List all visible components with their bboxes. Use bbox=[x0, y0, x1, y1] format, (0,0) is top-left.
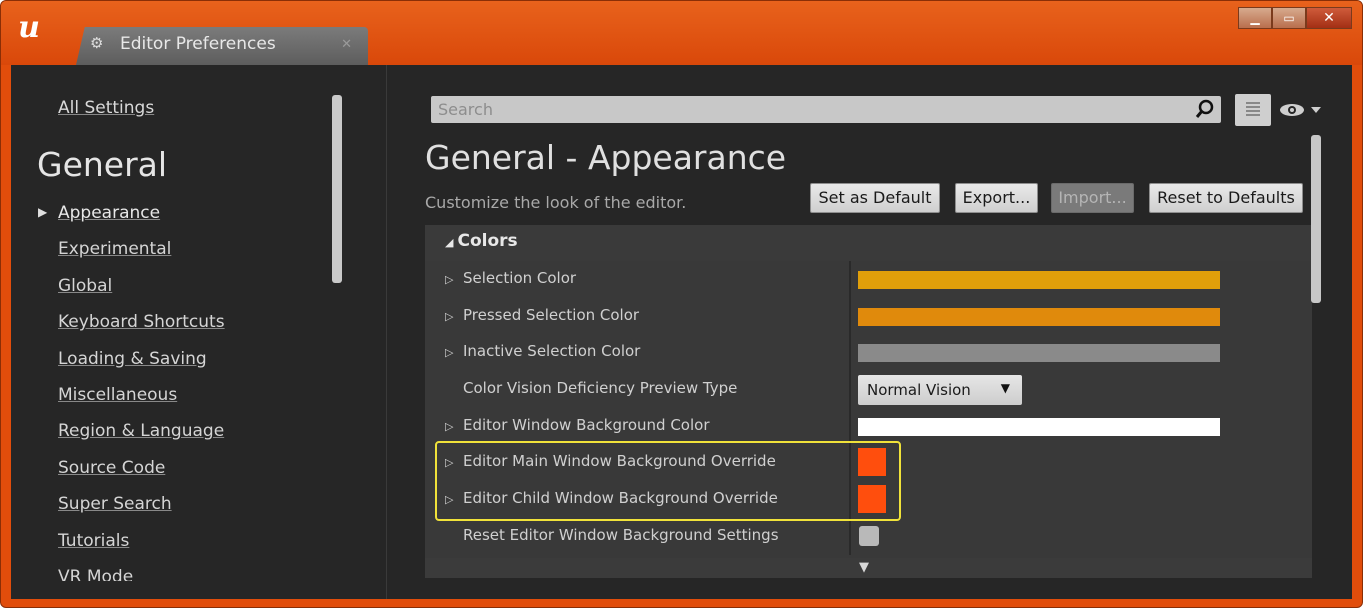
eye-icon bbox=[1280, 104, 1321, 116]
property-label: Reset Editor Window Background Settings bbox=[463, 525, 779, 544]
details-panel: ◢ Colors ▷ Selection Color ▷ Pressed Select… bbox=[425, 225, 1312, 578]
page-subtitle: Customize the look of the editor. bbox=[425, 193, 687, 212]
property-row-inactive-selection-color: ▷ Inactive Selection Color bbox=[425, 334, 1312, 372]
search-input[interactable] bbox=[438, 96, 1178, 123]
sidebar-item-region-language[interactable]: Region & Language bbox=[58, 421, 225, 457]
sidebar-item-loading-saving[interactable]: Loading & Saving bbox=[58, 349, 225, 385]
maximize-button[interactable]: ▭ bbox=[1272, 7, 1306, 29]
set-as-default-button[interactable]: Set as Default bbox=[810, 183, 940, 213]
details-scrollbar[interactable] bbox=[1311, 135, 1321, 303]
page-title: General - Appearance bbox=[425, 138, 787, 177]
sidebar-item-miscellaneous[interactable]: Miscellaneous bbox=[58, 385, 225, 421]
view-options-button[interactable] bbox=[1235, 94, 1271, 126]
sidebar-item-tutorials[interactable]: Tutorials bbox=[58, 531, 225, 567]
expand-arrow-icon: ▷ bbox=[445, 456, 454, 470]
expand-arrow-icon: ▷ bbox=[445, 419, 454, 433]
settings-main: General - Appearance Customize the look … bbox=[386, 65, 1352, 599]
sidebar-item-experimental[interactable]: Experimental bbox=[58, 239, 225, 275]
colors-category-header[interactable]: ◢ Colors bbox=[425, 225, 1312, 261]
property-row-color-vision-deficiency: Color Vision Deficiency Preview Type Nor… bbox=[425, 371, 1312, 408]
expand-arrow-icon: ▷ bbox=[445, 309, 454, 323]
color-swatch[interactable] bbox=[858, 307, 1220, 326]
property-label: Pressed Selection Color bbox=[463, 305, 640, 324]
list-view-icon bbox=[1246, 102, 1260, 116]
scroll-down-arrow-icon[interactable]: ▼ bbox=[859, 560, 869, 575]
settings-sidebar: All Settings General ▶ Appearance Experim… bbox=[11, 65, 387, 599]
sidebar-item-source-code[interactable]: Source Code bbox=[58, 458, 225, 494]
sidebar-item-keyboard-shortcuts[interactable]: Keyboard Shortcuts bbox=[58, 312, 225, 348]
selected-arrow-icon: ▶ bbox=[38, 205, 48, 219]
expand-arrow-icon: ▷ bbox=[445, 273, 454, 286]
close-window-button[interactable]: ✕ bbox=[1306, 7, 1352, 29]
tab-title: Editor Preferences bbox=[120, 34, 276, 54]
category-label: ◢ Colors bbox=[445, 231, 518, 251]
collapse-arrow-icon: ◢ bbox=[445, 236, 454, 249]
sidebar-item-vr-mode[interactable]: VR Mode bbox=[58, 567, 225, 581]
title-bar[interactable]: u ⚙ Editor Preferences ✕ ▁ ▭ ✕ bbox=[1, 1, 1362, 65]
color-swatch[interactable] bbox=[858, 448, 886, 477]
color-swatch[interactable] bbox=[858, 344, 1220, 363]
close-tab-icon[interactable]: ✕ bbox=[341, 37, 352, 52]
reset-checkbox[interactable] bbox=[859, 525, 879, 546]
dropdown-arrow-icon: ▼ bbox=[1000, 381, 1010, 396]
property-label: Editor Window Background Color bbox=[463, 415, 710, 434]
reset-to-defaults-button[interactable]: Reset to Defaults bbox=[1149, 183, 1303, 213]
minimize-button[interactable]: ▁ bbox=[1238, 7, 1272, 29]
visibility-dropdown-button[interactable] bbox=[1279, 101, 1325, 119]
color-swatch[interactable] bbox=[858, 417, 1220, 436]
property-row-child-window-background-override: ▷ Editor Child Window Background Override bbox=[425, 481, 1312, 518]
dropdown-value: Normal Vision bbox=[867, 381, 971, 400]
property-label: Inactive Selection Color bbox=[463, 342, 641, 361]
sidebar-scrollbar[interactable] bbox=[332, 95, 342, 283]
all-settings-link[interactable]: All Settings bbox=[58, 98, 154, 118]
unreal-logo-icon: u bbox=[18, 10, 40, 45]
tab-editor-preferences[interactable]: ⚙ Editor Preferences ✕ bbox=[76, 27, 368, 65]
property-row-main-window-background-override: ▷ Editor Main Window Background Override bbox=[425, 444, 1312, 482]
settings-icon: ⚙ bbox=[90, 34, 104, 52]
property-row-reset-window-background: Reset Editor Window Background Settings bbox=[425, 517, 1312, 555]
editor-preferences-window: u ⚙ Editor Preferences ✕ ▁ ▭ ✕ All Setti… bbox=[0, 0, 1363, 608]
property-label: Editor Main Window Background Override bbox=[463, 452, 776, 471]
search-box bbox=[431, 96, 1221, 123]
expand-arrow-icon: ▷ bbox=[445, 346, 454, 360]
color-vision-dropdown[interactable]: Normal Vision ▼ bbox=[858, 375, 1022, 406]
property-row-editor-window-background-color: ▷ Editor Window Background Color bbox=[425, 407, 1312, 445]
property-rows: ▷ Selection Color ▷ Pressed Selection Colo… bbox=[425, 261, 1312, 555]
window-controls: ▁ ▭ ✕ bbox=[1238, 7, 1352, 29]
export-button[interactable]: Export... bbox=[955, 183, 1038, 213]
property-label: Selection Color bbox=[463, 269, 577, 287]
property-row-selection-color: ▷ Selection Color bbox=[425, 261, 1312, 298]
expand-arrow-icon: ▷ bbox=[445, 493, 454, 507]
sidebar-item-super-search[interactable]: Super Search bbox=[58, 494, 225, 530]
panel-footer: ▼ bbox=[425, 558, 1312, 578]
sidebar-nav: ▶ Appearance Experimental Global Keyboard… bbox=[38, 203, 225, 581]
property-label: Color Vision Deficiency Preview Type bbox=[463, 379, 738, 398]
property-label: Editor Child Window Background Override bbox=[463, 489, 778, 508]
sidebar-item-appearance[interactable]: ▶ Appearance bbox=[38, 203, 225, 239]
section-title: General bbox=[37, 145, 168, 184]
search-icon[interactable] bbox=[1195, 99, 1215, 119]
property-row-pressed-selection-color: ▷ Pressed Selection Color bbox=[425, 297, 1312, 335]
color-swatch[interactable] bbox=[858, 271, 1220, 289]
color-swatch[interactable] bbox=[858, 485, 886, 514]
client-area: All Settings General ▶ Appearance Experim… bbox=[11, 65, 1352, 599]
import-button[interactable]: Import... bbox=[1051, 183, 1134, 213]
sidebar-item-global[interactable]: Global bbox=[58, 276, 225, 312]
